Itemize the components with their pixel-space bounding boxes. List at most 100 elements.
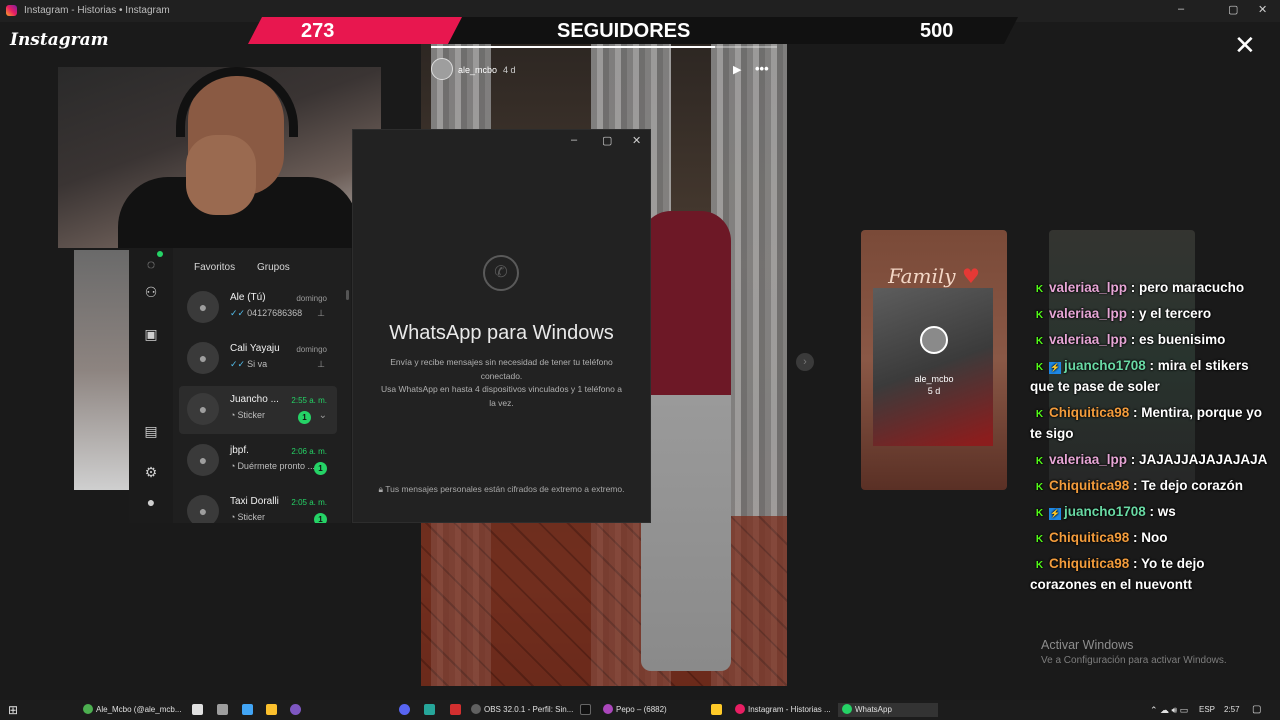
- tiktok-icon[interactable]: [580, 704, 591, 715]
- pin-icon: ⊥: [317, 359, 325, 369]
- taskbar-whatsapp[interactable]: WhatsApp: [838, 703, 938, 717]
- instagram-icon: [735, 704, 745, 714]
- notes-icon[interactable]: [266, 704, 277, 715]
- avatar: ●: [187, 291, 219, 323]
- chat-message: Kvaleriaa_lpp : es buenisimo: [1030, 329, 1270, 350]
- wa-encryption-text: Tus mensajes personales están cifrados d…: [385, 484, 625, 494]
- card-username: ale_mcbo: [914, 374, 954, 384]
- card-age: 5 d: [927, 386, 941, 396]
- chat-preview: ✓✓ 04127686368: [230, 308, 302, 319]
- avatar: ●: [187, 393, 219, 425]
- card-title: Family ♥: [888, 264, 980, 288]
- chat-name: Cali Yayaju: [230, 343, 280, 354]
- chat-message: Kvaleriaa_lpp : pero maracucho: [1030, 277, 1270, 298]
- wa-close-button[interactable]: ✕: [632, 134, 641, 147]
- chat-username: juancho1708: [1064, 358, 1146, 373]
- followers-goal-bar: 273 SEGUIDORES 500: [248, 17, 1018, 44]
- chat-text: : pero maracucho: [1127, 280, 1245, 295]
- chat-text: : es buenisimo: [1127, 332, 1226, 347]
- play-icon[interactable]: ▶: [733, 63, 741, 76]
- activation-subtitle: Ve a Configuración para activar Windows.: [1041, 655, 1227, 666]
- taskbar-obs[interactable]: OBS 32.0.1 - Perfil: Sin...: [471, 703, 573, 717]
- chat-username: valeriaa_lpp: [1049, 332, 1128, 347]
- chat-preview: ✓✓ Si va: [230, 359, 267, 370]
- window-title: Instagram - Historias • Instagram: [24, 5, 170, 16]
- chat-name: jbpf.: [230, 445, 249, 456]
- instagram-logo[interactable]: Instagram: [10, 30, 109, 50]
- maximize-button[interactable]: ▢: [1228, 3, 1238, 16]
- app-icon[interactable]: [290, 704, 301, 715]
- next-story-arrow-icon[interactable]: ›: [796, 353, 814, 371]
- taskbar-label: Ale_Mcbo (@ale_mcb...: [96, 705, 182, 714]
- language-indicator[interactable]: ESP: [1199, 703, 1215, 717]
- chat-list-scrollbar[interactable]: [346, 290, 349, 300]
- taskbar-instagram[interactable]: Instagram - Historias ...: [735, 703, 831, 717]
- taskbar-label: Instagram - Historias ...: [748, 705, 831, 714]
- wa-desc-line2: Usa WhatsApp en hasta 4 dispositivos vin…: [381, 384, 622, 408]
- story-age: 4 d: [503, 65, 516, 75]
- start-button[interactable]: ⊞: [8, 703, 18, 717]
- excel-icon[interactable]: [424, 704, 435, 715]
- close-stories-button[interactable]: ✕: [1234, 32, 1256, 58]
- background-photo: [74, 250, 130, 490]
- minimize-button[interactable]: –: [1178, 3, 1184, 15]
- card-avatar: [920, 326, 948, 354]
- story-progress-bar: [431, 46, 777, 48]
- discord-icon[interactable]: [399, 704, 410, 715]
- wa-description: Envía y recibe mensajes sin necesidad de…: [380, 356, 623, 410]
- mail-icon[interactable]: [217, 704, 228, 715]
- chats-icon[interactable]: ◌: [143, 256, 159, 272]
- story-username[interactable]: ale_mcbo: [458, 65, 497, 75]
- instagram-favicon-icon: [6, 5, 17, 16]
- wa-minimize-button[interactable]: –: [571, 134, 577, 146]
- kick-icon: K: [1034, 456, 1045, 467]
- close-window-button[interactable]: ✕: [1258, 3, 1267, 16]
- chat-row[interactable]: ● Ale (Tú) domingo ✓✓ 04127686368 ⊥: [179, 284, 337, 332]
- activation-title: Activar Windows: [1041, 638, 1134, 652]
- next-story-card[interactable]: Family ♥ ale_mcbo 5 d: [861, 230, 1007, 490]
- taskbar-pepo[interactable]: Pepo – (6882): [603, 703, 667, 717]
- story-avatar[interactable]: [431, 58, 453, 80]
- wa-desc-line1: Envía y recibe mensajes sin necesidad de…: [390, 357, 613, 381]
- chat-message: K Chiquitica98 : Mentira, porque yo te si…: [1030, 402, 1270, 444]
- chat-row[interactable]: ● Taxi Doralli 2:05 a. m. ◔ Sticker 1: [179, 488, 337, 523]
- settings-icon[interactable]: ⚙: [143, 464, 159, 480]
- webcam-hand: [186, 135, 256, 215]
- followers-bar-fill: [248, 17, 462, 44]
- pin-icon: ⊥: [317, 308, 325, 318]
- tab-favoritos[interactable]: Favoritos: [194, 262, 235, 273]
- kick-icon: K: [1034, 284, 1045, 295]
- folder-icon[interactable]: [711, 704, 722, 715]
- followers-current: 273: [301, 20, 335, 42]
- capcut-icon[interactable]: [450, 704, 461, 715]
- kick-icon: K: [1034, 336, 1045, 347]
- chat-row[interactable]: ● Cali Yayaju domingo ✓✓ Si va ⊥: [179, 335, 337, 383]
- chevron-down-icon[interactable]: ⌄: [319, 410, 327, 421]
- chat-row[interactable]: ● jbpf. 2:06 a. m. ◔ Duérmete pronto ... 1: [179, 437, 337, 485]
- sticker-icon: ◔: [230, 512, 236, 522]
- chat-preview: ◔ Duérmete pronto ...: [230, 461, 315, 471]
- chat-username: Chiquitica98: [1049, 405, 1130, 420]
- edge-icon[interactable]: [242, 704, 253, 715]
- chat-row[interactable]: ● Juancho ... 2:55 a. m. ◔ Sticker 1 ⌄: [179, 386, 337, 434]
- profile-icon[interactable]: ●: [143, 494, 159, 510]
- chat-time: 2:06 a. m.: [291, 447, 327, 456]
- taskbar-chrome[interactable]: Ale_Mcbo (@ale_mcb...: [83, 703, 182, 717]
- tab-grupos[interactable]: Grupos: [257, 262, 290, 273]
- chat-name: Juancho ...: [230, 394, 279, 405]
- followers-goal: 500: [920, 20, 954, 42]
- wa-encryption-note: 🔒︎ Tus mensajes personales están cifrado…: [352, 484, 651, 495]
- more-options-icon[interactable]: •••: [755, 61, 769, 76]
- starred-icon[interactable]: ▤: [143, 423, 159, 439]
- chat-preview: ◔ Sticker: [230, 512, 265, 522]
- communities-icon[interactable]: ⚇: [143, 284, 159, 300]
- explorer-icon[interactable]: [192, 704, 203, 715]
- notifications-icon[interactable]: ▢: [1252, 703, 1261, 717]
- kick-icon: K: [1034, 409, 1045, 420]
- taskbar-label: WhatsApp: [855, 705, 892, 714]
- archive-icon[interactable]: ▣: [143, 326, 159, 342]
- clock[interactable]: 2:57: [1224, 703, 1240, 717]
- tray-icons[interactable]: ⌃ ☁ 🔊︎ ▭: [1150, 703, 1188, 717]
- wa-maximize-button[interactable]: ▢: [602, 134, 612, 147]
- chat-preview-text: Si va: [247, 359, 268, 369]
